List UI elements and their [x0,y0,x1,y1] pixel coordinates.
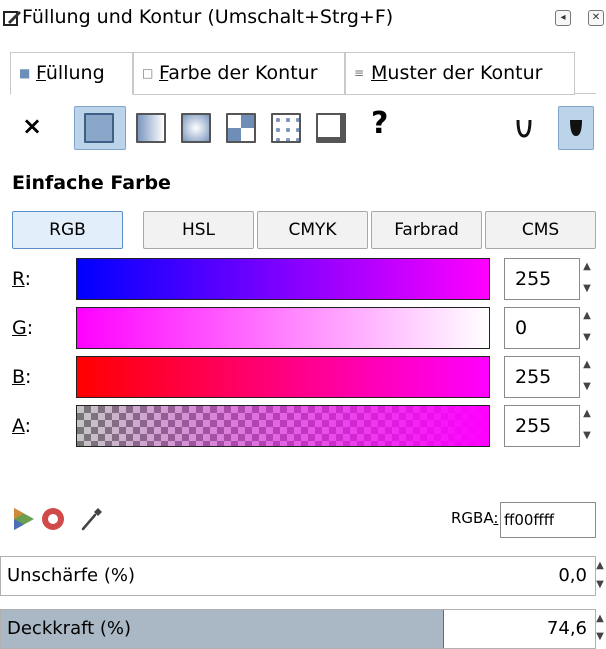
blur-value: 0,0 [558,565,587,586]
mode-color-wheel[interactable]: Farbrad [371,211,482,249]
flat-color-icon[interactable] [84,113,114,143]
alpha-decrement-icon[interactable]: ▼ [581,429,593,443]
rgba-label-mnemonic: : [493,509,499,527]
rgba-label-text: RGBA [451,509,494,527]
tab-stroke-style-mnemonic: M [371,62,388,84]
fill-stroke-icon [3,11,21,26]
green-slider[interactable] [76,307,490,349]
red-spinbutton[interactable]: 255 [504,258,580,300]
channel-b-suffix: : [25,366,32,388]
swatch-icon[interactable] [316,113,346,143]
evenodd-icon[interactable] [516,118,532,138]
channel-g-suffix: : [26,317,34,339]
opacity-label: Deckkraft (%) [7,618,132,639]
eyedropper-icon[interactable] [80,506,104,532]
green-decrement-icon[interactable]: ▼ [581,331,593,345]
channel-g-mnemonic: G [12,317,27,339]
section-title: Einfache Farbe [12,172,171,194]
channel-r-mnemonic: R [12,268,25,290]
linear-gradient-icon[interactable] [136,113,166,143]
close-icon[interactable]: ✕ [588,10,604,26]
dialog-title: Füllung und Kontur (Umschalt+Strg+F) [22,6,394,28]
rgba-input[interactable]: ff00ffff [500,502,596,538]
mode-rgb[interactable]: RGB [12,211,123,249]
radial-gradient-icon[interactable] [181,113,211,143]
red-decrement-icon[interactable]: ▼ [581,282,593,296]
blue-spinbutton[interactable]: 255 [504,356,580,398]
pattern-icon[interactable] [271,113,301,143]
tab-stroke-paint[interactable]: □ Farbe der Kontur [133,52,345,95]
out-of-gamut-icon [42,508,64,530]
channel-label-a: A: [12,415,31,437]
stroke-swatch-icon: □ [142,66,154,80]
tab-stroke-paint-label: arbe der Kontur [168,62,318,84]
opacity-increment-icon[interactable]: ▲ [594,612,606,626]
alpha-increment-icon[interactable]: ▲ [581,407,593,421]
mode-cms[interactable]: CMS [485,211,596,249]
tab-fill-mnemonic: F [36,62,46,84]
tab-stroke-style[interactable]: ≡ Muster der Kontur [345,52,575,95]
green-spinbutton[interactable]: 0 [504,307,580,349]
no-paint-icon[interactable]: × [22,112,42,140]
tab-bar: ■ Füllung □ Farbe der Kontur ≡ Muster der K… [10,52,596,95]
opacity-value: 74,6 [546,618,587,639]
color-management-icon[interactable] [12,506,36,532]
unknown-paint-icon[interactable]: ? [371,106,388,141]
channel-a-mnemonic: A [12,415,25,437]
red-increment-icon[interactable]: ▲ [581,260,593,274]
title-bar: Füllung und Kontur (Umschalt+Strg+F) ◂ ✕ [0,0,606,38]
opacity-decrement-icon[interactable]: ▼ [594,630,606,644]
collapse-icon[interactable]: ◂ [555,10,571,26]
blue-decrement-icon[interactable]: ▼ [581,380,593,394]
blue-increment-icon[interactable]: ▲ [581,358,593,372]
channel-a-suffix: : [24,415,32,437]
blur-label: Unschärfe (%) [7,565,135,586]
channel-r-suffix: : [24,268,32,290]
mode-cmyk[interactable]: CMYK [257,211,368,249]
nonzero-icon[interactable] [568,118,584,138]
rgba-label: RGBA: [451,509,498,527]
channel-label-g: G: [12,317,33,339]
channel-label-b: B: [12,366,31,388]
blur-increment-icon[interactable]: ▲ [594,559,606,573]
green-increment-icon[interactable]: ▲ [581,309,593,323]
tab-fill[interactable]: ■ Füllung [10,52,133,95]
stroke-style-icon: ≡ [354,66,365,80]
tab-stroke-paint-mnemonic: F [159,62,169,84]
channel-label-r: R: [12,268,31,290]
fill-swatch-icon: ■ [19,66,31,80]
blur-decrement-icon[interactable]: ▼ [594,578,606,592]
mesh-gradient-icon[interactable] [226,113,256,143]
mode-hsl[interactable]: HSL [143,211,254,249]
blue-slider[interactable] [76,356,490,398]
channel-b-mnemonic: B [12,366,26,388]
opacity-spinbutton[interactable]: Deckkraft (%) 74,6 [0,609,596,649]
blur-spinbutton[interactable]: Unschärfe (%) 0,0 [0,556,596,596]
tab-fill-label: üllung [45,62,105,84]
tab-stroke-style-label: uster der Kontur [387,62,543,84]
alpha-spinbutton[interactable]: 255 [504,405,580,447]
red-slider[interactable] [76,258,490,300]
alpha-slider[interactable] [76,405,490,447]
